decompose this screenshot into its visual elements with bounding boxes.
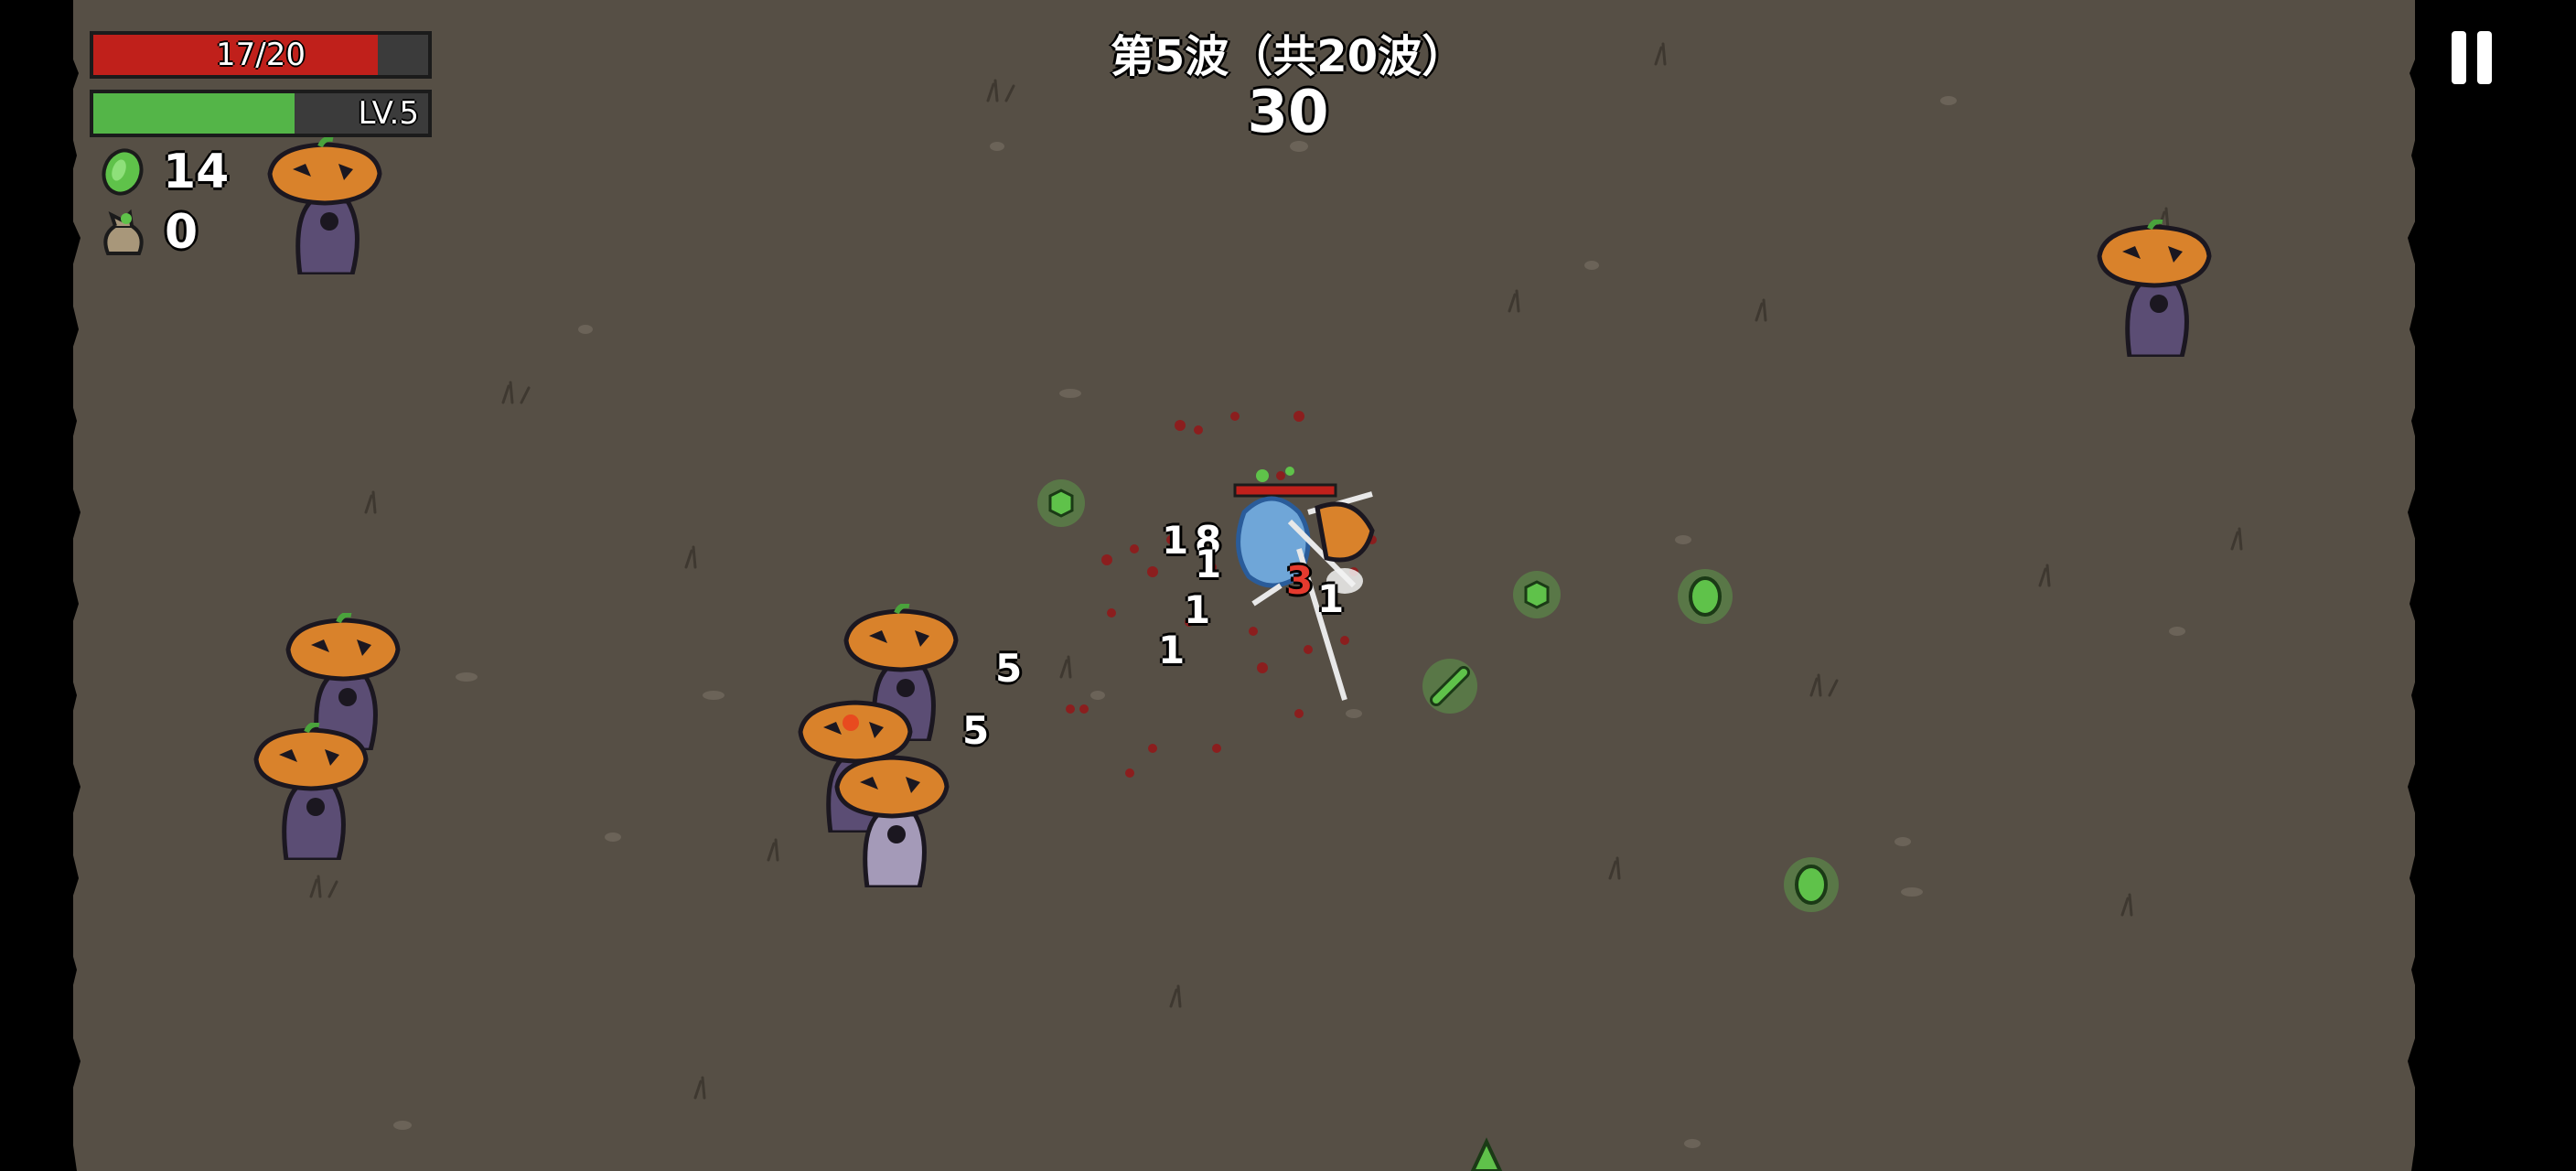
pumpkin-enemy: [267, 137, 382, 274]
game-arena: 1 8 1 1 1 5 5 3 1: [73, 0, 2415, 1171]
pause-button[interactable]: [2444, 26, 2499, 91]
material-coin-pickup: [1678, 569, 1733, 624]
loot-bag-icon: [103, 209, 144, 255]
wave-title: 第5波（共20波）: [1110, 31, 1466, 82]
material-cube-pickup: [1513, 571, 1561, 618]
pumpkin-enemy: [2097, 220, 2212, 357]
green-material-icon: [102, 148, 144, 196]
materials-counter: 14: [99, 145, 229, 199]
material-leaf-pickup: [1470, 1137, 1503, 1171]
bag-count: 0: [165, 205, 199, 260]
material-stick-pickup: [1422, 659, 1477, 714]
wave-timer: 30: [1247, 79, 1329, 146]
bag-counter: 0: [99, 205, 198, 260]
damage-number: 1: [1158, 628, 1186, 672]
pause-icon: [2452, 31, 2466, 84]
damage-number: 1: [1162, 518, 1189, 563]
damage-number: 5: [995, 646, 1023, 691]
damage-number: 1: [1317, 576, 1345, 621]
material-coin-pickup: [1784, 857, 1839, 912]
damage-number-critical: 3: [1286, 558, 1314, 603]
pumpkin-enemy: [253, 723, 369, 860]
materials-count: 14: [163, 145, 230, 199]
damage-number: 1: [1195, 542, 1222, 586]
pumpkin-enemy: [834, 755, 950, 887]
pause-icon: [2477, 31, 2492, 84]
damage-number: 1: [1184, 587, 1211, 632]
material-cube-pickup: [1037, 479, 1085, 527]
damage-number: 5: [962, 708, 990, 753]
